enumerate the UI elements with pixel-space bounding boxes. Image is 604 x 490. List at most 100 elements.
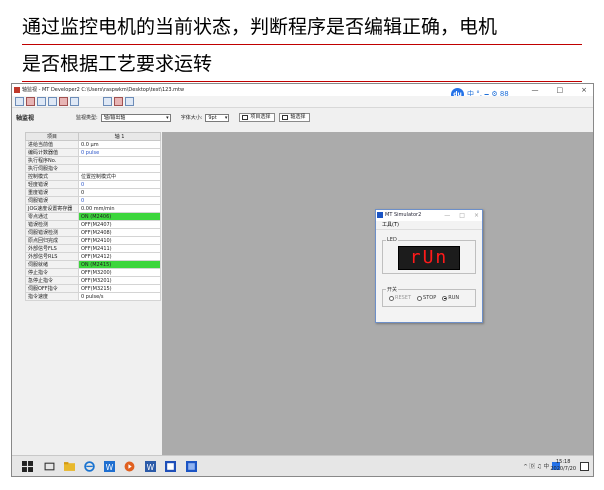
row-axis-value: 0 — [78, 188, 161, 197]
table-row[interactable]: 编码计数器值 0 pulse — [25, 148, 161, 157]
app-icon — [14, 87, 20, 93]
main-toolbar — [12, 96, 593, 108]
open-icon[interactable] — [26, 97, 35, 106]
simulator-app-icon — [377, 212, 383, 218]
row-axis-value: ON (M2406) — [78, 212, 161, 221]
row-axis-value: 0 pulse — [78, 148, 161, 157]
row-item-name: 重度错误 — [25, 188, 79, 197]
axis-monitor-grid: 项目 轴 1 进给当前值 0.0 μm 编码计数器值 0 pulse 执行程序No. 执行… — [25, 132, 161, 301]
mt-simulator-window[interactable]: MT Simulator2 — □ × 工具(T) LED rUn 开关 RES… — [375, 209, 483, 323]
monitor-icon[interactable] — [59, 97, 68, 106]
simulator-titlebar[interactable]: MT Simulator2 — □ × — [376, 210, 482, 221]
row-axis-value: 0 pulse/s — [78, 292, 161, 301]
task-view-icon[interactable] — [44, 461, 55, 472]
write-icon[interactable] — [103, 97, 112, 106]
row-axis-value: OFF(M2408) — [78, 228, 161, 237]
new-icon[interactable] — [15, 97, 24, 106]
media-player-icon[interactable] — [124, 461, 135, 472]
table-row[interactable]: 执行程序No. — [25, 156, 161, 165]
table-row[interactable]: 控制模式 位置控制模式中 — [25, 172, 161, 181]
tray-icons[interactable]: ^ 🄳 ♫ 中 — [523, 462, 549, 470]
row-item-name: 外部信号FLS — [25, 244, 79, 253]
radio-button-icon[interactable] — [442, 295, 448, 301]
print-icon[interactable] — [48, 97, 57, 106]
slide-title-line-1: 通过监控电机的当前状态，判断程序是否编辑正确，电机 — [22, 12, 582, 45]
row-axis-value: OFF(M3201) — [78, 276, 161, 285]
simulator-menu-tools[interactable]: 工具(T) — [376, 221, 482, 230]
item-select-button[interactable]: 项目选择 — [239, 113, 276, 122]
close-button[interactable]: × — [581, 84, 587, 96]
axis-select-label: 轴选择 — [290, 114, 306, 120]
radio-reset[interactable]: RESET — [389, 295, 411, 301]
row-axis-value: OFF(M2410) — [78, 236, 161, 245]
table-row[interactable]: 进给当前值 0.0 μm — [25, 140, 161, 149]
table-row[interactable]: 停止指令 OFF(M3200) — [25, 268, 161, 277]
simulator-close-button[interactable]: × — [474, 210, 479, 221]
axis-select-button[interactable]: 轴选择 — [279, 113, 311, 122]
row-item-name: 编码计数器值 — [25, 148, 79, 157]
row-item-name: 错误检测 — [25, 220, 79, 229]
row-axis-value: OFF(M2407) — [78, 220, 161, 229]
table-row[interactable]: 急停止指令 OFF(M3201) — [25, 276, 161, 285]
table-row[interactable]: 重度错误 0 — [25, 188, 161, 197]
notification-icon[interactable] — [580, 462, 589, 471]
row-item-name: 伺服错误检测 — [25, 228, 79, 237]
table-row[interactable]: 外部信号FLS OFF(M2411) — [25, 244, 161, 253]
edge-browser-icon[interactable]: W — [104, 461, 115, 472]
window-controls: — □ × — [532, 84, 588, 96]
row-item-name: 零点通过 — [25, 212, 79, 221]
radio-label: STOP — [423, 295, 437, 301]
windows-start-icon[interactable] — [22, 461, 33, 472]
radio-label: RUN — [448, 295, 460, 301]
window-title: 轴监视 - MT Developer2 C:\Users\raspwkm\Des… — [22, 87, 185, 93]
simulator-title: MT Simulator2 — [385, 212, 422, 218]
radio-button-icon[interactable] — [417, 295, 423, 301]
simulator-minimize-button[interactable]: — — [444, 210, 450, 221]
row-item-name: 急停止指令 — [25, 276, 79, 285]
font-size-select[interactable]: 9pt ▾ — [205, 113, 230, 122]
clock-time: 15:18 — [555, 459, 571, 465]
font-size-label: 字体大小: — [180, 115, 203, 121]
table-row[interactable]: 错误检测 OFF(M2407) — [25, 220, 161, 229]
save-icon[interactable] — [37, 97, 46, 106]
radio-stop[interactable]: STOP — [417, 295, 436, 301]
table-row[interactable]: 伺服OFF指令 OFF(M3215) — [25, 284, 161, 293]
row-item-name: 进给当前值 — [25, 140, 79, 149]
table-row[interactable]: 零点通过 ON (M2406) — [25, 212, 161, 221]
radio-button-icon[interactable] — [389, 295, 394, 301]
table-row[interactable]: 执行伺服指令 — [25, 164, 161, 173]
verify-icon[interactable] — [125, 97, 134, 106]
mt-developer-icon[interactable] — [165, 461, 176, 472]
maximize-button[interactable]: □ — [557, 84, 564, 96]
row-item-name: 指令速度 — [25, 292, 79, 301]
mt-simulator-taskbar-icon[interactable] — [186, 461, 197, 472]
row-item-name: JOG速度设置寄存器 — [25, 204, 79, 213]
row-item-name: 伺服OFF指令 — [25, 284, 79, 293]
table-row[interactable]: 原点回归完成 OFF(M2410) — [25, 236, 161, 245]
monitor-type-select[interactable]: 轴/输出轴 ▾ — [100, 113, 171, 122]
internet-explorer-icon[interactable] — [84, 461, 95, 472]
file-explorer-icon[interactable] — [64, 461, 75, 472]
screenshot-frame: 轴监视 - MT Developer2 C:\Users\raspwkm\Des… — [11, 83, 594, 477]
simulator-maximize-button[interactable]: □ — [459, 210, 465, 221]
slide-title: 通过监控电机的当前状态，判断程序是否编辑正确，电机 是否根据工艺要求运转 — [22, 12, 582, 86]
table-row[interactable]: JOG速度设置寄存器 0.00 mm/min — [25, 204, 161, 213]
table-row[interactable]: 伺服错误 0 — [25, 196, 161, 205]
word-icon[interactable]: W — [145, 461, 156, 472]
axis-monitor-header: 轴监视 监视类型: 轴/输出轴 ▾ 字体大小: 9pt ▾ 项目选择 轴选择 — [12, 110, 593, 125]
table-row[interactable]: 外部信号RLS OFF(M2412) — [25, 252, 161, 261]
table-row[interactable]: 伺服就绪 ON (M2415) — [25, 260, 161, 269]
read-icon[interactable] — [114, 97, 123, 106]
led-group-label: LED — [386, 237, 398, 243]
row-axis-value: 位置控制模式中 — [78, 172, 161, 181]
minimize-button[interactable]: — — [532, 84, 539, 96]
table-row[interactable]: 轻度错误 0 — [25, 180, 161, 189]
radio-run[interactable]: RUN — [442, 295, 459, 301]
table-row[interactable]: 指令速度 0 pulse/s — [25, 292, 161, 301]
led-group: LED rUn — [382, 237, 476, 274]
taskbar-clock[interactable]: 15:18 2020/7/20 — [550, 459, 576, 473]
settings-icon[interactable] — [70, 97, 79, 106]
row-axis-value: 0.00 mm/min — [78, 204, 161, 213]
table-row[interactable]: 伺服错误检测 OFF(M2408) — [25, 228, 161, 237]
item-select-label: 项目选择 — [250, 114, 271, 120]
